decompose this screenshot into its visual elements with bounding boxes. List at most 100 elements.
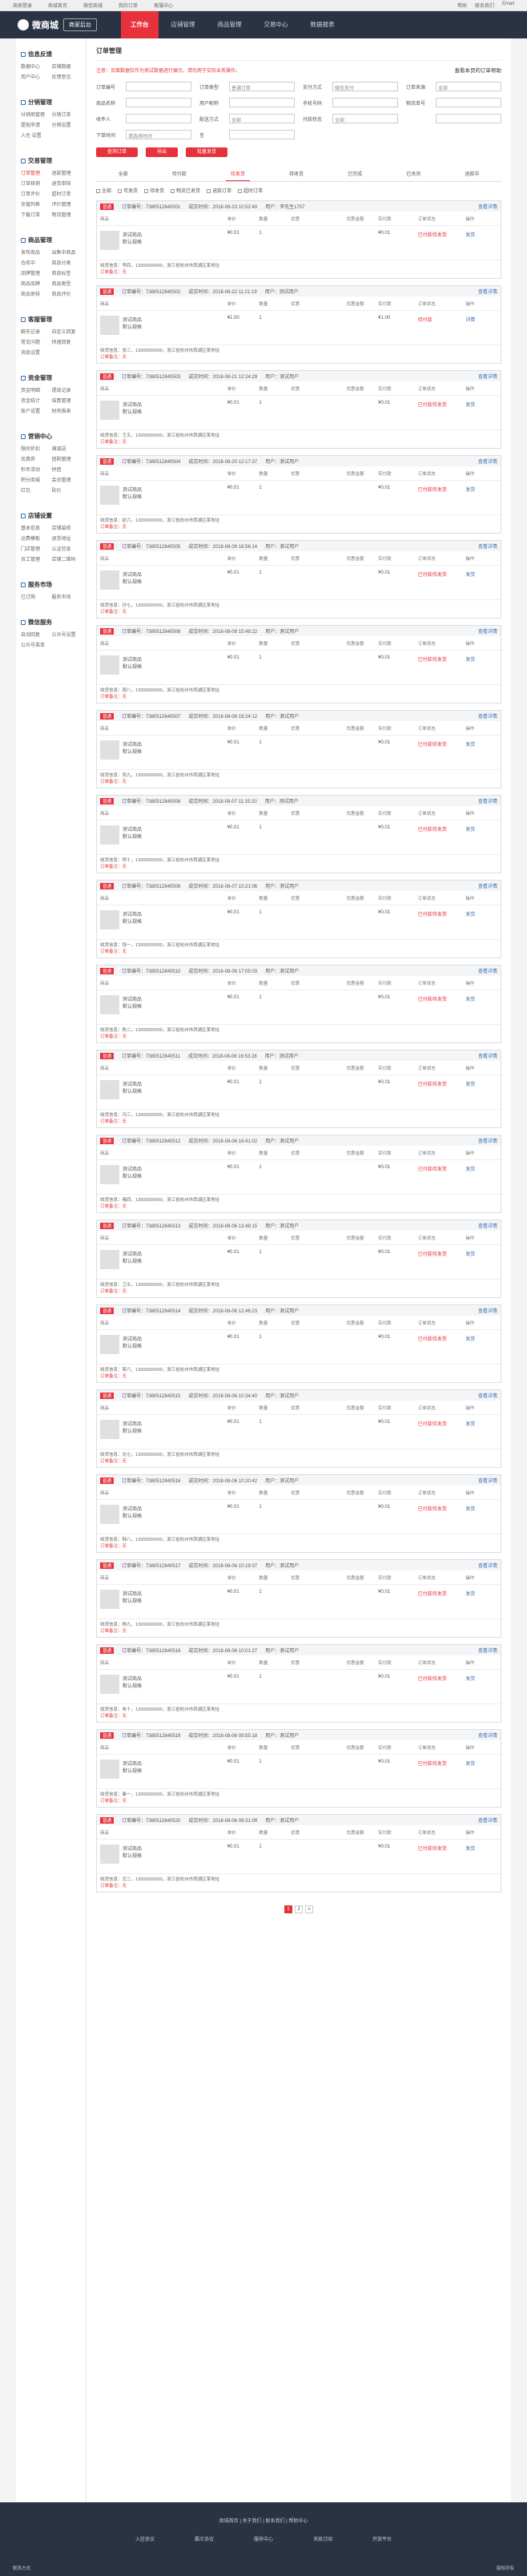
order-action[interactable]: 发货 [465,570,497,578]
order-detail-link[interactable]: 查看详情 [478,1647,497,1654]
sidebar-item[interactable]: 店铺数据 [52,62,82,70]
action-button[interactable]: 导出 [146,147,179,157]
product-name[interactable]: 测试商品 [123,1505,142,1512]
sidebar-item[interactable]: 退货审核 [52,179,82,187]
logo[interactable]: 微商城 [18,18,58,31]
sidebar-item[interactable]: 分销商管理 [21,111,50,118]
order-detail-link[interactable]: 查看详情 [478,1307,497,1314]
nav-item[interactable]: 商品管理 [208,11,251,38]
page-button[interactable]: 2 [295,1905,303,1913]
order-tab[interactable]: 待收货 [284,167,308,181]
order-action[interactable]: 详情 [465,316,497,323]
sidebar-item[interactable]: 品牌管理 [21,269,50,276]
nav-item[interactable]: 店铺管理 [162,11,205,38]
order-tab[interactable]: 已关闭 [401,167,425,181]
order-detail-link[interactable]: 查看详情 [478,1477,497,1484]
topbar-link[interactable]: 微信商城 [83,2,103,9]
sidebar-item[interactable]: 入住 设置 [21,131,50,139]
nav-item[interactable]: 数据报表 [301,11,344,38]
sidebar-item[interactable]: 运费模板 [21,534,50,542]
order-action[interactable]: 发货 [465,486,497,493]
product-name[interactable]: 测试商品 [123,401,142,408]
sidebar-item[interactable]: 店铺二维码 [52,555,82,562]
order-action[interactable]: 发货 [465,995,497,1002]
sidebar-item[interactable]: 仓库中 [21,259,50,266]
sidebar-item[interactable]: 数据中心 [21,62,50,70]
order-action[interactable]: 发货 [465,401,497,408]
product-thumb[interactable] [100,231,119,250]
action-button[interactable]: 批量发货 [186,147,228,157]
sidebar-item[interactable]: 认证信息 [52,545,82,552]
sidebar-item[interactable]: 财务报表 [52,407,82,414]
product-thumb[interactable] [100,655,119,675]
product-name[interactable]: 测试商品 [123,1590,142,1597]
footer-col[interactable]: 消息订阅 [313,2535,332,2542]
sidebar-item[interactable]: 限时折扣 [21,445,50,452]
sidebar-item[interactable]: 退款管理 [52,169,82,176]
product-name[interactable]: 测试商品 [123,316,142,323]
sidebar-item[interactable]: 下载订单 [21,211,50,218]
order-detail-link[interactable]: 查看详情 [478,797,497,804]
order-action[interactable]: 发货 [465,740,497,748]
order-action[interactable]: 发货 [465,1250,497,1257]
product-name[interactable]: 测试商品 [123,910,142,917]
order-action[interactable]: 发货 [465,1844,497,1852]
order-detail-link[interactable]: 查看详情 [478,542,497,550]
filter-check[interactable]: 待收货 [144,187,164,194]
sidebar-item[interactable]: 基本信息 [21,524,50,531]
sidebar-item[interactable]: 物流管理 [52,211,82,218]
filter-input[interactable]: 普通订单 [229,82,295,91]
sidebar-item[interactable]: 砍价 [52,486,82,494]
product-thumb[interactable] [100,1165,119,1184]
product-name[interactable]: 测试商品 [123,655,142,663]
filter-input[interactable] [436,114,501,123]
topbar-right-link[interactable]: 联系我们 [475,2,494,9]
filter-input[interactable] [229,130,295,139]
filter-input[interactable] [436,98,501,107]
sidebar-item[interactable]: 秒杀活动 [21,466,50,473]
topbar-link[interactable]: 我的订单 [119,2,138,9]
sidebar-item[interactable]: 拼团 [52,466,82,473]
sidebar-item[interactable]: 订单管理 [21,169,50,176]
product-name[interactable]: 测试商品 [123,1844,142,1852]
page-button[interactable]: 1 [284,1905,292,1913]
product-name[interactable]: 测试商品 [123,1675,142,1682]
checkbox[interactable] [238,188,243,193]
topbar-right-link[interactable]: Email [502,2,514,9]
order-detail-link[interactable]: 查看详情 [478,882,497,889]
product-name[interactable]: 测试商品 [123,825,142,832]
page-button[interactable]: » [305,1905,313,1913]
product-thumb[interactable] [100,1844,119,1864]
product-name[interactable]: 测试商品 [123,1250,142,1257]
order-detail-link[interactable]: 查看详情 [478,1052,497,1059]
sidebar-item[interactable]: 商品类型 [52,280,82,287]
sidebar-item[interactable]: 积分商城 [21,476,50,483]
product-name[interactable]: 测试商品 [123,1165,142,1172]
product-name[interactable]: 测试商品 [123,1335,142,1342]
sidebar-item[interactable]: 满减送 [52,445,82,452]
sidebar-item[interactable]: 订单核销 [21,179,50,187]
sidebar-item[interactable]: 快速回复 [52,338,82,345]
checkbox[interactable] [144,188,149,193]
product-thumb[interactable] [100,401,119,420]
sidebar-item[interactable]: 门店管理 [21,545,50,552]
product-thumb[interactable] [100,570,119,590]
filter-input[interactable] [332,98,398,107]
product-name[interactable]: 测试商品 [123,231,142,238]
order-detail-link[interactable]: 查看详情 [478,1731,497,1739]
sidebar-item[interactable]: 团购管理 [52,455,82,462]
product-thumb[interactable] [100,1675,119,1694]
product-thumb[interactable] [100,825,119,845]
sidebar-item[interactable]: 资金明细 [21,386,50,393]
sidebar-item[interactable]: 分销订单 [52,111,82,118]
checkbox[interactable] [118,188,123,193]
sidebar-item[interactable]: 评价管理 [52,200,82,208]
topbar-link[interactable]: 商家登录 [13,2,32,9]
checkbox[interactable] [96,188,100,193]
product-thumb[interactable] [100,1250,119,1269]
order-action[interactable]: 发货 [465,655,497,663]
product-thumb[interactable] [100,995,119,1014]
order-detail-link[interactable]: 查看详情 [478,967,497,974]
sidebar-item[interactable]: 订单评价 [21,190,50,197]
footer-col[interactable]: 入驻协议 [135,2535,155,2542]
